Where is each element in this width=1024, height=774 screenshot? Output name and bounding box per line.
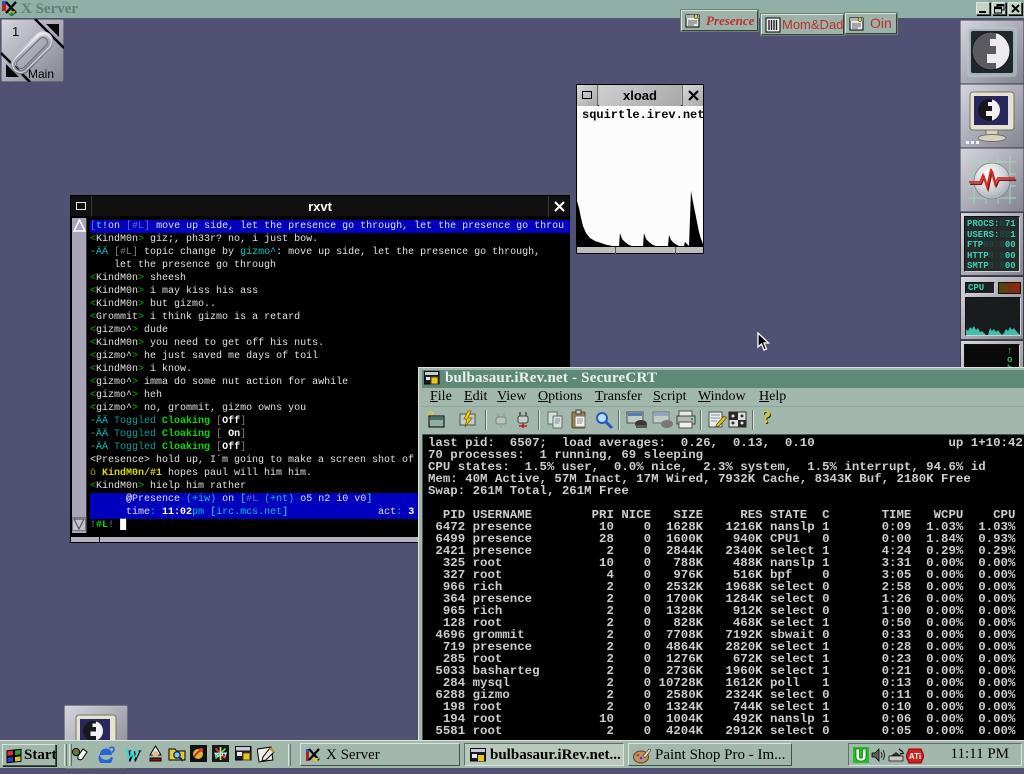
svg-text:KPT: KPT: [215, 753, 227, 759]
svg-text:1: 1: [12, 24, 19, 39]
svg-text:ATi: ATi: [909, 752, 921, 761]
svg-text:Main: Main: [28, 67, 54, 81]
